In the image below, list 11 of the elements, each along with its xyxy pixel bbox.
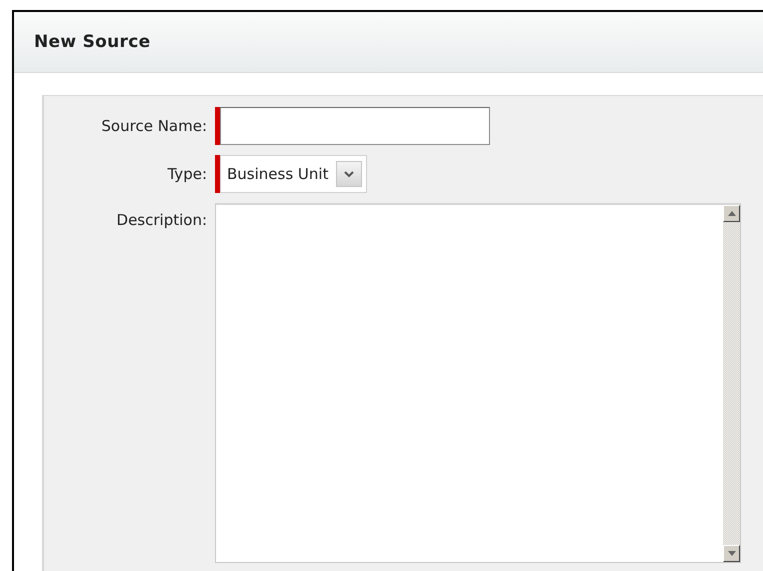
caret-icon — [336, 161, 362, 187]
field-label: Type: — [167, 165, 207, 183]
dialog-title: New Source — [34, 32, 150, 52]
scroll-down-icon[interactable] — [723, 545, 740, 562]
field-label: Description: — [116, 211, 207, 229]
scrollbar[interactable] — [723, 205, 740, 562]
scroll-up-icon[interactable] — [723, 205, 740, 222]
text-field[interactable] — [220, 107, 490, 145]
field-label: Source Name: — [101, 117, 207, 135]
type-dropdown[interactable]: Business Unit — [220, 155, 368, 193]
description-field[interactable] — [215, 203, 741, 563]
